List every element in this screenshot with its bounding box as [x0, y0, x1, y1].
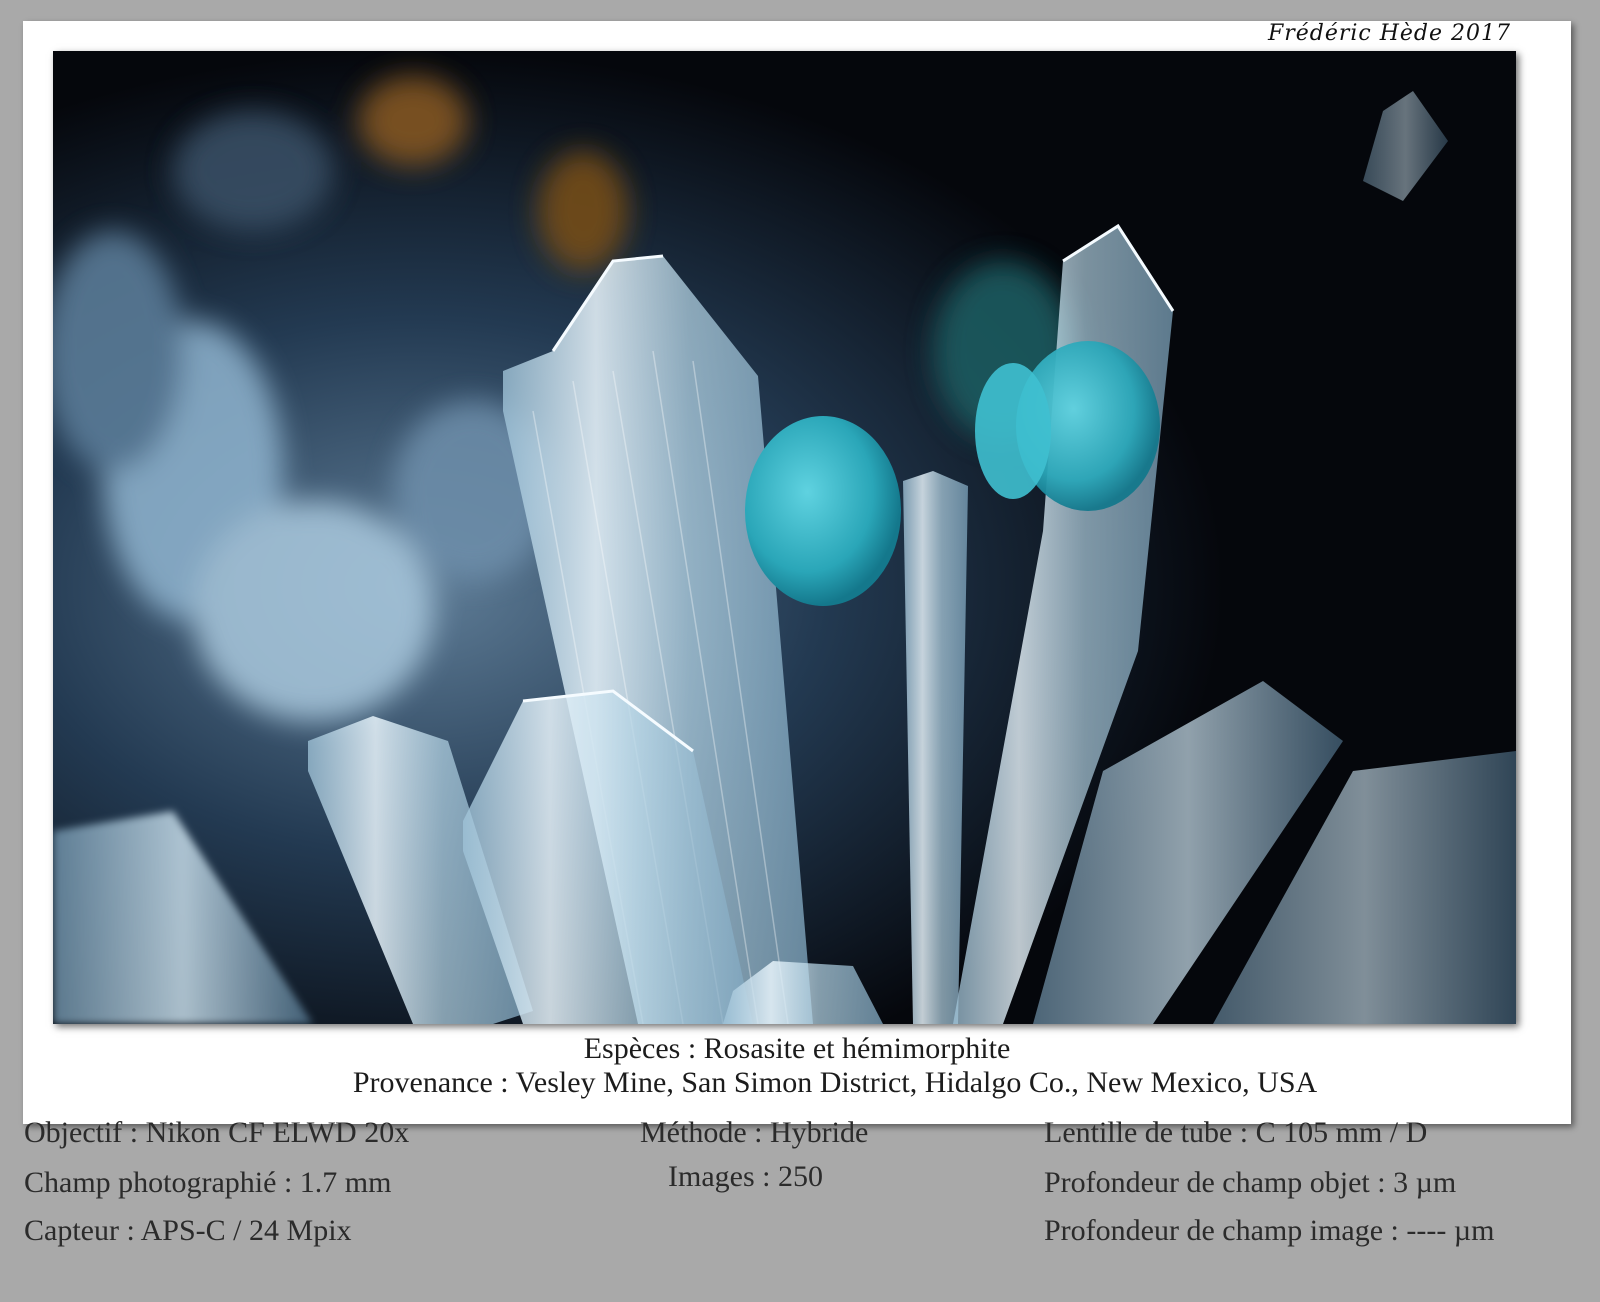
mineral-photograph: [53, 51, 1516, 1024]
field-info: Champ photographié : 1.7 mm: [24, 1166, 392, 1199]
tube-lens-info: Lentille de tube : C 105 mm / D: [1044, 1116, 1428, 1149]
dof-object-info: Profondeur de champ objet : 3 µm: [1044, 1166, 1457, 1199]
species-caption: Espèces : Rosasite et hémimorphite: [583, 1032, 1011, 1065]
sensor-info: Capteur : APS-C / 24 Mpix: [24, 1214, 352, 1247]
provenance-caption: Provenance : Vesley Mine, San Simon Dist…: [352, 1066, 1318, 1099]
objective-info: Objectif : Nikon CF ELWD 20x: [24, 1116, 410, 1149]
photographer-signature: Frédéric Hède 2017: [1267, 21, 1511, 46]
images-info: Images : 250: [668, 1160, 823, 1193]
photo-card: Frédéric Hède 2017 Espèces: Rosasite et…: [23, 21, 1571, 1124]
method-info: Méthode : Hybride: [640, 1116, 869, 1149]
dof-image-info: Profondeur de champ image : ---- µm: [1044, 1214, 1495, 1247]
